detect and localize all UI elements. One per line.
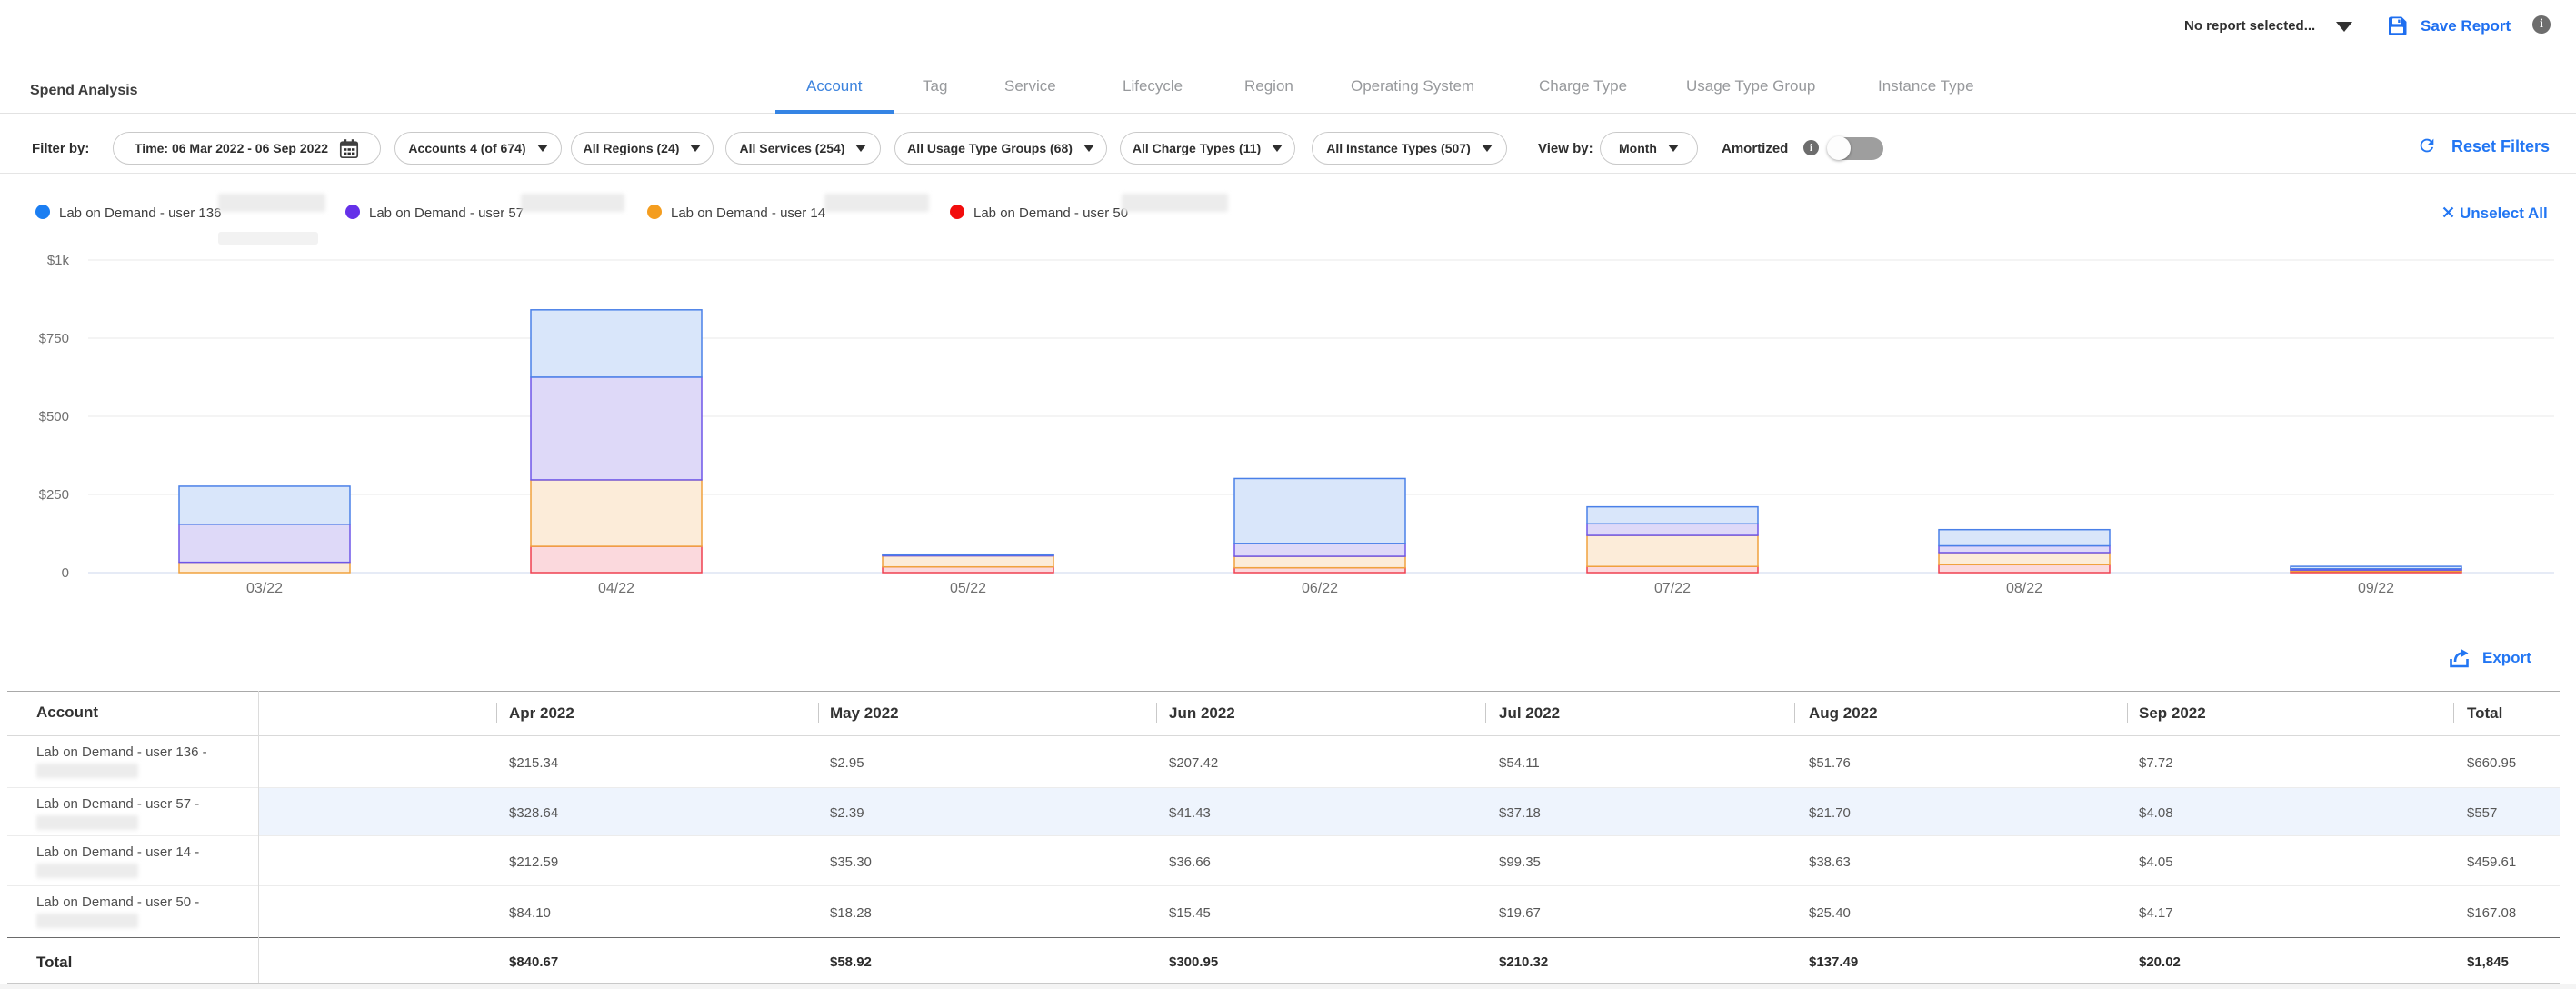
svg-text:04/22: 04/22	[598, 581, 634, 596]
svg-text:07/22: 07/22	[1654, 581, 1691, 596]
svg-text:$500: $500	[39, 409, 69, 425]
svg-text:$250: $250	[39, 487, 69, 503]
svg-text:$1k: $1k	[47, 253, 70, 268]
svg-text:03/22: 03/22	[246, 581, 283, 596]
svg-text:05/22: 05/22	[950, 581, 986, 596]
svg-text:08/22: 08/22	[2006, 581, 2042, 596]
svg-text:0: 0	[62, 565, 69, 581]
svg-text:06/22: 06/22	[1302, 581, 1338, 596]
svg-text:$750: $750	[39, 331, 69, 346]
svg-text:09/22: 09/22	[2358, 581, 2394, 596]
